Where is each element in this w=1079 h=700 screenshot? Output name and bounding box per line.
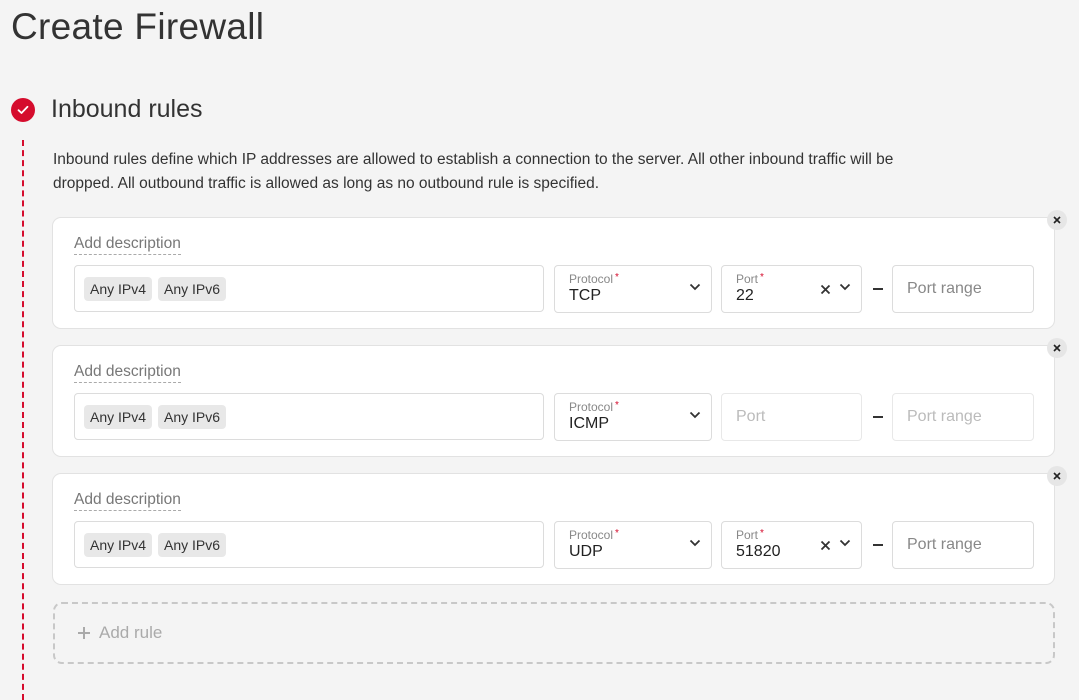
port-select[interactable]: Port * 51820 [721, 521, 862, 569]
close-icon [1053, 472, 1061, 480]
plus-icon [78, 627, 90, 639]
add-description-link[interactable]: Add description [74, 363, 181, 383]
source-ips-input[interactable]: Any IPv4 Any IPv6 [74, 393, 544, 440]
source-ips-input[interactable]: Any IPv4 Any IPv6 [74, 265, 544, 312]
protocol-select[interactable]: Protocol * UDP [554, 521, 712, 569]
rule-card: Add description Any IPv4 Any IPv6 Protoc… [52, 338, 1067, 457]
source-tag[interactable]: Any IPv4 [84, 404, 153, 429]
chevron-down-icon[interactable] [839, 539, 851, 547]
section-description: Inbound rules define which IP addresses … [53, 151, 894, 192]
source-ips-input[interactable]: Any IPv4 Any IPv6 [74, 521, 544, 568]
required-marker: * [615, 400, 619, 411]
source-tag[interactable]: Any IPv4 [84, 276, 153, 301]
port-range-placeholder: Port range [907, 280, 982, 297]
close-icon [1053, 344, 1061, 352]
add-description-link[interactable]: Add description [74, 235, 181, 255]
close-icon [1053, 216, 1061, 224]
source-tag[interactable]: Any IPv6 [158, 404, 227, 429]
section-title: Inbound rules [51, 95, 203, 123]
required-marker: * [760, 272, 764, 283]
port-input-disabled: Port [721, 393, 862, 441]
port-range-placeholder: Port range [907, 536, 982, 553]
add-rule-label: Add rule [99, 623, 163, 642]
range-separator [873, 288, 883, 290]
page-title: Create Firewall [11, 6, 265, 47]
remove-rule-button[interactable] [1047, 466, 1067, 486]
port-value: 51820 [736, 543, 781, 560]
port-label: Port [736, 528, 759, 542]
protocol-value: UDP [569, 543, 603, 560]
protocol-select[interactable]: Protocol * ICMP [554, 393, 712, 441]
range-separator [873, 416, 883, 418]
protocol-label: Protocol [569, 272, 614, 286]
port-range-input[interactable]: Port range [892, 521, 1034, 569]
remove-rule-button[interactable] [1047, 210, 1067, 230]
protocol-label: Protocol [569, 400, 614, 414]
protocol-label: Protocol [569, 528, 614, 542]
remove-rule-button[interactable] [1047, 338, 1067, 358]
port-range-input-disabled: Port range [892, 393, 1034, 441]
port-select[interactable]: Port * 22 [721, 265, 862, 313]
required-marker: * [760, 528, 764, 539]
required-marker: * [615, 528, 619, 539]
protocol-value: ICMP [569, 415, 609, 432]
add-description-link[interactable]: Add description [74, 491, 181, 511]
chevron-down-icon[interactable] [839, 283, 851, 291]
port-label: Port [736, 272, 759, 286]
chevron-down-icon [689, 411, 701, 419]
range-separator [873, 544, 883, 546]
clear-icon[interactable] [820, 284, 831, 295]
protocol-select[interactable]: Protocol * TCP [554, 265, 712, 313]
step-connector-line [22, 140, 24, 700]
clear-icon[interactable] [820, 540, 831, 551]
chevron-down-icon [689, 283, 701, 291]
step-complete-check-icon [11, 98, 35, 122]
protocol-value: TCP [569, 287, 601, 304]
source-tag[interactable]: Any IPv4 [84, 532, 153, 557]
port-placeholder: Port [736, 408, 766, 425]
add-rule-button[interactable]: Add rule [53, 602, 1055, 664]
port-range-input[interactable]: Port range [892, 265, 1034, 313]
source-tag[interactable]: Any IPv6 [158, 276, 227, 301]
required-marker: * [615, 272, 619, 283]
port-range-placeholder: Port range [907, 408, 982, 425]
source-tag[interactable]: Any IPv6 [158, 532, 227, 557]
rule-card: Add description Any IPv4 Any IPv6 Protoc… [52, 210, 1067, 329]
chevron-down-icon [689, 539, 701, 547]
port-value: 22 [736, 287, 754, 304]
rule-card: Add description Any IPv4 Any IPv6 Protoc… [52, 466, 1067, 585]
